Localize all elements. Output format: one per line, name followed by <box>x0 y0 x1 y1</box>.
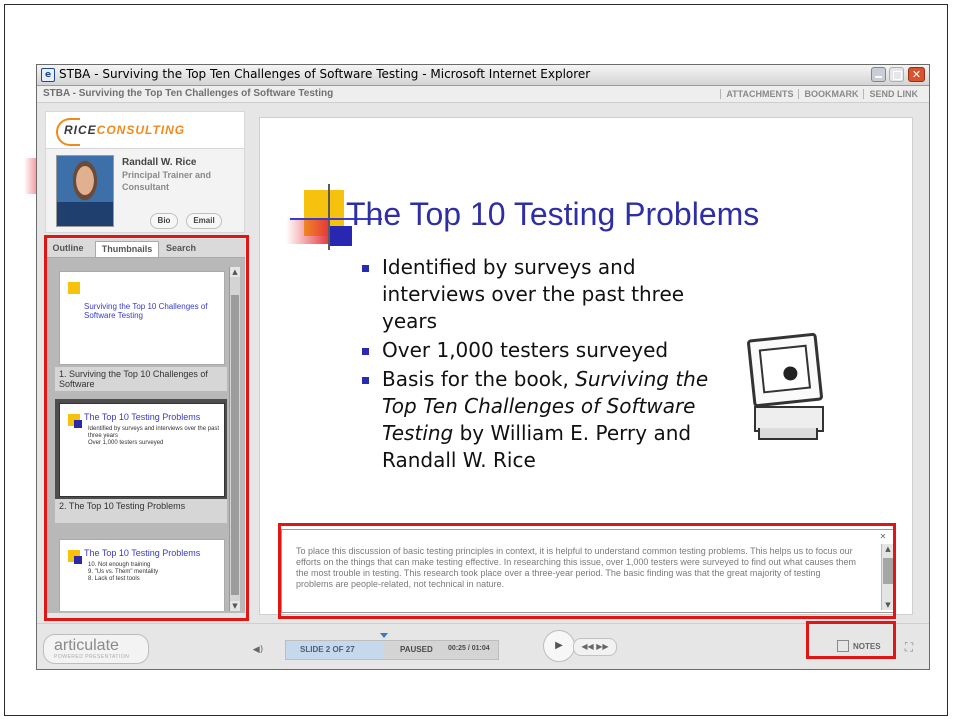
previous-icon[interactable]: ◀◀ <box>581 642 593 651</box>
thumbnail-mini-title: The Top 10 Testing Problems <box>84 412 201 422</box>
player-controls: articulate POWERED PRESENTATION ◀) SLIDE… <box>37 623 929 669</box>
send-link[interactable]: SEND LINK <box>863 89 923 99</box>
email-button[interactable]: Email <box>186 213 222 229</box>
window-title: STBA - Surviving the Top Ten Challenges … <box>59 67 591 81</box>
presenter-name: Randall W. Rice <box>122 157 197 168</box>
thumbnail-image: The Top 10 Testing Problems 10. Not enou… <box>59 539 225 611</box>
sidebar: RICECONSULTING Randall W. Rice Principal… <box>45 103 245 613</box>
presenter-photo <box>56 155 114 227</box>
thumbnail-caption: 2. The Top 10 Testing Problems <box>55 499 227 523</box>
presentation-title: STBA - Surviving the Top Ten Challenges … <box>43 88 334 99</box>
player-toolbar: STBA - Surviving the Top Ten Challenges … <box>37 86 929 103</box>
ie-icon: e <box>41 68 55 82</box>
notes-icon <box>837 639 849 652</box>
thumbnail-scrollbar[interactable]: ▲ ▼ <box>229 267 240 611</box>
maximize-button[interactable] <box>889 67 904 82</box>
close-button[interactable]: ✕ <box>908 67 925 82</box>
slide-bullet: Basis for the book, Surviving the Top Te… <box>362 366 742 474</box>
slide-title: The Top 10 Testing Problems <box>346 196 760 232</box>
fullscreen-icon[interactable]: ⛶ <box>901 638 917 656</box>
play-button[interactable]: ▶ <box>543 630 575 662</box>
playback-status: PAUSED <box>400 645 433 654</box>
slide-counter: SLIDE 2 OF 27 <box>300 645 355 654</box>
tab-thumbnails[interactable]: Thumbnails <box>95 241 159 257</box>
thumbnail-image: The Top 10 Testing Problems Identified b… <box>59 403 225 497</box>
bookmark-link[interactable]: BOOKMARK <box>798 89 863 99</box>
minimize-button[interactable] <box>871 67 886 82</box>
browser-window: e STBA - Surviving the Top Ten Challenge… <box>36 64 930 670</box>
company-logo: RICECONSULTING <box>45 111 245 149</box>
top-links: ATTACHMENTS BOOKMARK SEND LINK <box>720 89 923 99</box>
notes-scrollbar[interactable]: ▲ ▼ <box>881 544 894 610</box>
thumbnail-item[interactable]: Surviving the Top 10 Challenges of Softw… <box>55 267 227 391</box>
scroll-thumb[interactable] <box>883 558 893 584</box>
tab-search[interactable]: Search <box>161 241 201 256</box>
thumbnail-mini-title: Surviving the Top 10 Challenges of Softw… <box>84 302 208 320</box>
computer-bug-clipart <box>744 332 834 446</box>
playback-time: 00:25 / 01:04 <box>448 645 490 652</box>
slide-bullets: Identified by surveys and interviews ove… <box>362 254 742 476</box>
thumbnail-caption: 1. Surviving the Top 10 Challenges of So… <box>55 367 227 391</box>
notes-toggle-button[interactable]: NOTES <box>833 638 887 656</box>
next-icon[interactable]: ▶▶ <box>596 642 608 651</box>
title-bar: e STBA - Surviving the Top Ten Challenge… <box>37 65 929 86</box>
scroll-up-icon[interactable]: ▲ <box>230 267 240 277</box>
thumbnail-item-selected[interactable]: The Top 10 Testing Problems Identified b… <box>55 399 227 523</box>
seek-bar[interactable]: SLIDE 2 OF 27 PAUSED 00:25 / 01:04 <box>285 633 499 660</box>
notes-text: To place this discussion of basic testin… <box>296 546 856 589</box>
logo-text-rice: RICE <box>64 123 97 137</box>
scroll-thumb[interactable] <box>231 295 239 595</box>
thumbnail-item[interactable]: The Top 10 Testing Problems 10. Not enou… <box>55 535 227 611</box>
thumbnail-list: Surviving the Top 10 Challenges of Softw… <box>55 267 227 611</box>
notes-panel: ✕ To place this discussion of basic test… <box>281 529 895 613</box>
slide-bullet: Over 1,000 testers surveyed <box>362 337 742 364</box>
volume-icon[interactable]: ◀) <box>251 644 265 656</box>
nav-tabs: Outline Thumbnails Search <box>45 239 245 258</box>
seek-marker-icon[interactable] <box>380 633 388 638</box>
articulate-logo: articulate POWERED PRESENTATION <box>43 634 149 664</box>
scroll-up-icon[interactable]: ▲ <box>882 544 894 554</box>
presenter-role: Principal Trainer and Consultant <box>122 170 212 192</box>
notes-close-icon[interactable]: ✕ <box>878 532 888 542</box>
presenter-card: Randall W. Rice Principal Trainer and Co… <box>45 149 245 233</box>
scroll-down-icon[interactable]: ▼ <box>230 601 240 611</box>
thumbnail-mini-bullets: 10. Not enough training 9. "Us vs. Them"… <box>88 562 159 582</box>
bio-button[interactable]: Bio <box>150 213 178 229</box>
attachments-link[interactable]: ATTACHMENTS <box>720 89 798 99</box>
thumbnail-image: Surviving the Top 10 Challenges of Softw… <box>59 271 225 365</box>
skip-controls: ◀◀ ▶▶ <box>573 638 617 656</box>
bug-icon <box>782 365 799 382</box>
scroll-down-icon[interactable]: ▼ <box>882 600 894 610</box>
logo-text-consulting: CONSULTING <box>96 123 186 137</box>
thumbnail-mini-bullets: Identified by surveys and interviews ove… <box>88 426 220 446</box>
slide-bullet: Identified by surveys and interviews ove… <box>362 254 742 335</box>
thumbnail-mini-title: The Top 10 Testing Problems <box>84 548 201 558</box>
tab-outline[interactable]: Outline <box>49 241 87 256</box>
navigation-panel: Outline Thumbnails Search Surviving the … <box>45 239 245 613</box>
